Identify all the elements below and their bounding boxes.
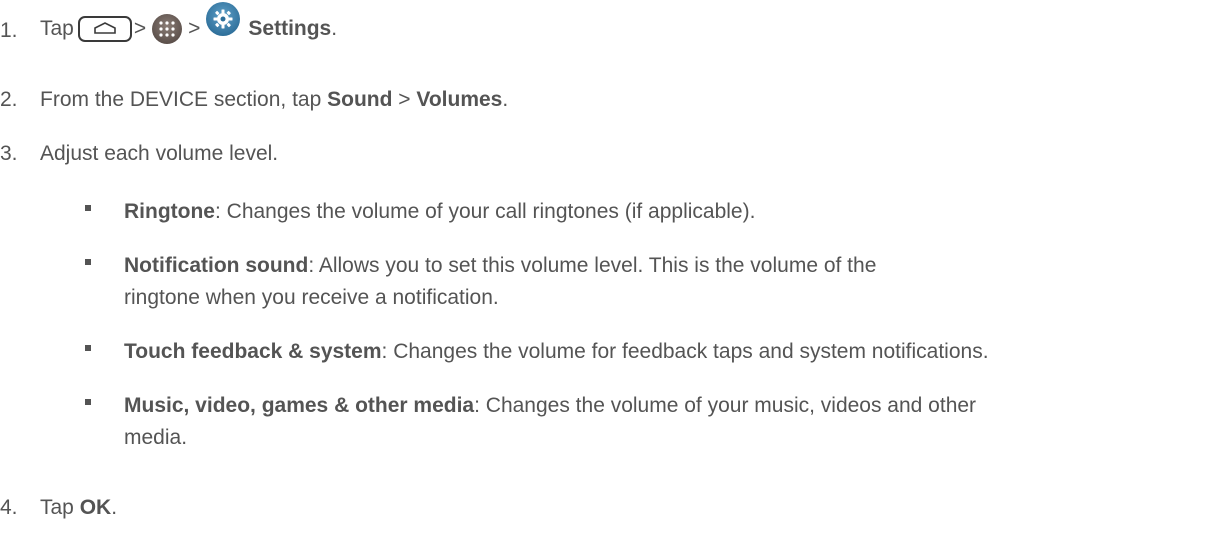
bullet-marker bbox=[85, 399, 91, 405]
step-number: 3. bbox=[0, 142, 18, 165]
step-number: 4. bbox=[0, 496, 18, 519]
tap-text: Tap bbox=[40, 17, 74, 40]
step-text: Tap OK. bbox=[40, 496, 118, 519]
bullet-text: Ringtone: Changes the volume of your cal… bbox=[124, 200, 756, 223]
bullet-marker bbox=[85, 205, 91, 211]
sound-label: Sound bbox=[327, 88, 393, 111]
apps-icon bbox=[152, 14, 183, 44]
bullet-text: Touch feedback & system: Changes the vol… bbox=[124, 340, 989, 363]
separator: > bbox=[133, 17, 147, 40]
home-icon bbox=[77, 16, 132, 42]
bullet-marker bbox=[85, 259, 91, 265]
bullet-marker bbox=[85, 345, 91, 351]
bullet-text: Music, video, games & other media: Chang… bbox=[124, 394, 977, 449]
step-text: From the DEVICE section, tap Sound > Vol… bbox=[40, 88, 509, 111]
separator: > bbox=[188, 17, 201, 40]
settings-icon bbox=[206, 2, 241, 36]
volumes-label: Volumes bbox=[416, 88, 503, 111]
step-text: Tap > > Settings . bbox=[40, 2, 337, 46]
settings-label: Settings bbox=[248, 17, 332, 40]
step-text: Adjust each volume level. bbox=[40, 142, 279, 165]
ok-label: OK bbox=[79, 496, 112, 519]
step-number: 2. bbox=[0, 88, 18, 111]
bullet-text: Notification sound: Allows you to set th… bbox=[124, 254, 877, 309]
step-number: 1. bbox=[0, 19, 18, 42]
